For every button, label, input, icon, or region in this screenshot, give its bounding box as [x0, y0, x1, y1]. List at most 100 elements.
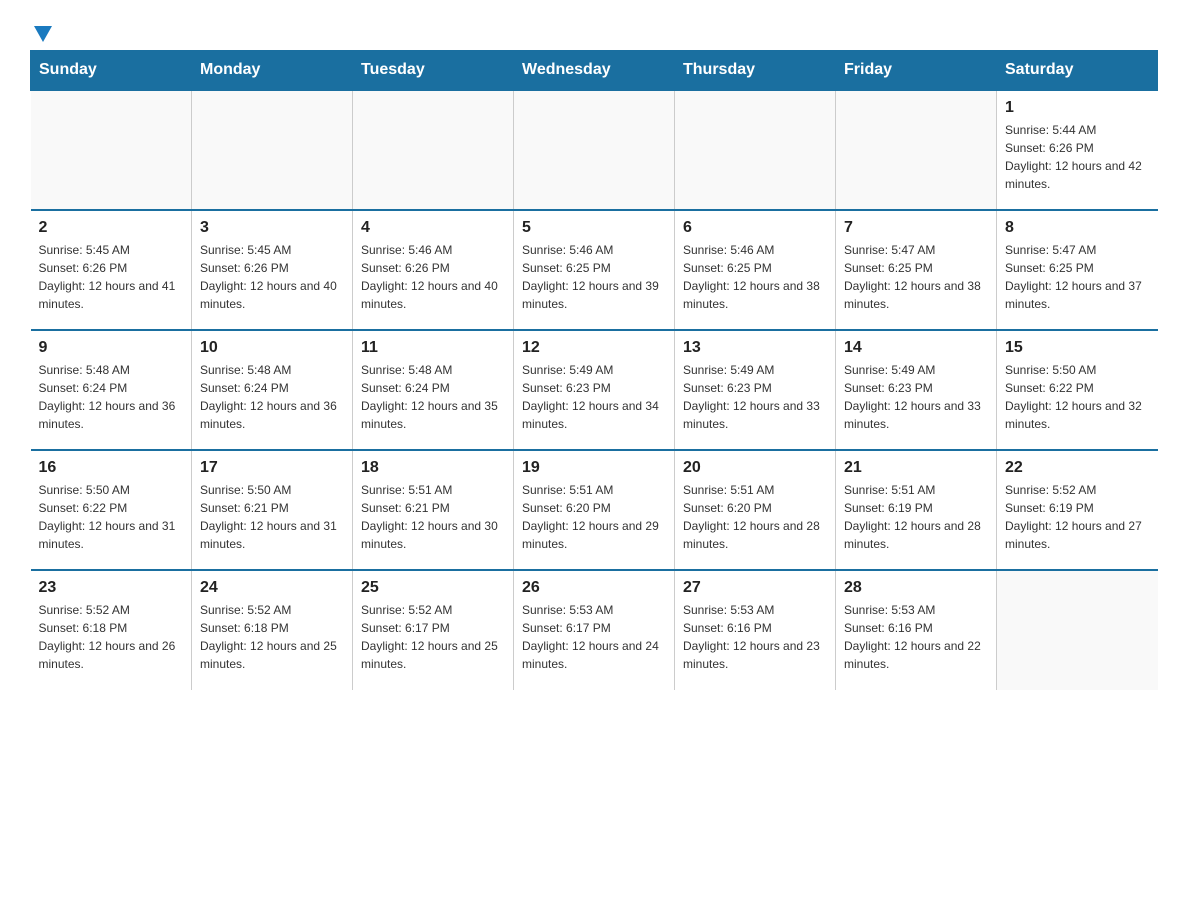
calendar-week-row: 16 Sunrise: 5:50 AM Sunset: 6:22 PM Dayli…: [31, 450, 1158, 570]
day-info: Sunrise: 5:47 AM Sunset: 6:25 PM Dayligh…: [1005, 241, 1150, 313]
day-info: Sunrise: 5:49 AM Sunset: 6:23 PM Dayligh…: [844, 361, 988, 433]
day-info: Sunrise: 5:48 AM Sunset: 6:24 PM Dayligh…: [361, 361, 505, 433]
day-number: 2: [39, 219, 184, 237]
calendar-week-row: 9 Sunrise: 5:48 AM Sunset: 6:24 PM Daylig…: [31, 330, 1158, 450]
day-info: Sunrise: 5:44 AM Sunset: 6:26 PM Dayligh…: [1005, 121, 1150, 193]
calendar-cell: 9 Sunrise: 5:48 AM Sunset: 6:24 PM Daylig…: [31, 330, 192, 450]
day-info: Sunrise: 5:45 AM Sunset: 6:26 PM Dayligh…: [200, 241, 344, 313]
day-info: Sunrise: 5:49 AM Sunset: 6:23 PM Dayligh…: [683, 361, 827, 433]
day-info: Sunrise: 5:51 AM Sunset: 6:20 PM Dayligh…: [683, 481, 827, 553]
day-number: 12: [522, 339, 666, 357]
calendar-cell: 18 Sunrise: 5:51 AM Sunset: 6:21 PM Dayli…: [353, 450, 514, 570]
day-number: 18: [361, 459, 505, 477]
weekday-header-saturday: Saturday: [997, 51, 1158, 91]
day-number: 26: [522, 579, 666, 597]
day-number: 21: [844, 459, 988, 477]
day-number: 27: [683, 579, 827, 597]
weekday-header-friday: Friday: [836, 51, 997, 91]
calendar-cell: [353, 90, 514, 210]
calendar-cell: 16 Sunrise: 5:50 AM Sunset: 6:22 PM Dayli…: [31, 450, 192, 570]
calendar-cell: 26 Sunrise: 5:53 AM Sunset: 6:17 PM Dayli…: [514, 570, 675, 690]
calendar-cell: 13 Sunrise: 5:49 AM Sunset: 6:23 PM Dayli…: [675, 330, 836, 450]
calendar-cell: 7 Sunrise: 5:47 AM Sunset: 6:25 PM Daylig…: [836, 210, 997, 330]
day-number: 15: [1005, 339, 1150, 357]
weekday-header-row: SundayMondayTuesdayWednesdayThursdayFrid…: [31, 51, 1158, 91]
day-number: 28: [844, 579, 988, 597]
logo: [30, 20, 54, 40]
day-info: Sunrise: 5:46 AM Sunset: 6:26 PM Dayligh…: [361, 241, 505, 313]
day-number: 6: [683, 219, 827, 237]
day-info: Sunrise: 5:50 AM Sunset: 6:22 PM Dayligh…: [39, 481, 184, 553]
day-number: 25: [361, 579, 505, 597]
calendar-week-row: 1 Sunrise: 5:44 AM Sunset: 6:26 PM Daylig…: [31, 90, 1158, 210]
calendar-cell: 21Sunrise: 5:51 AM Sunset: 6:19 PM Dayli…: [836, 450, 997, 570]
weekday-header-tuesday: Tuesday: [353, 51, 514, 91]
day-number: 11: [361, 339, 505, 357]
day-info: Sunrise: 5:51 AM Sunset: 6:20 PM Dayligh…: [522, 481, 666, 553]
day-number: 16: [39, 459, 184, 477]
calendar-cell: 17Sunrise: 5:50 AM Sunset: 6:21 PM Dayli…: [192, 450, 353, 570]
day-number: 8: [1005, 219, 1150, 237]
day-number: 4: [361, 219, 505, 237]
calendar-cell: [192, 90, 353, 210]
calendar-table: SundayMondayTuesdayWednesdayThursdayFrid…: [30, 50, 1158, 690]
day-number: 9: [39, 339, 184, 357]
calendar-cell: 24 Sunrise: 5:52 AM Sunset: 6:18 PM Dayli…: [192, 570, 353, 690]
calendar-cell: 2 Sunrise: 5:45 AM Sunset: 6:26 PM Daylig…: [31, 210, 192, 330]
day-number: 10: [200, 339, 344, 357]
calendar-cell: 28 Sunrise: 5:53 AM Sunset: 6:16 PM Dayli…: [836, 570, 997, 690]
calendar-cell: [997, 570, 1158, 690]
calendar-cell: 3 Sunrise: 5:45 AM Sunset: 6:26 PM Daylig…: [192, 210, 353, 330]
calendar-cell: 22 Sunrise: 5:52 AM Sunset: 6:19 PM Dayli…: [997, 450, 1158, 570]
calendar-cell: 23Sunrise: 5:52 AM Sunset: 6:18 PM Dayli…: [31, 570, 192, 690]
day-info: Sunrise: 5:47 AM Sunset: 6:25 PM Dayligh…: [844, 241, 988, 313]
day-number: 5: [522, 219, 666, 237]
day-number: 22: [1005, 459, 1150, 477]
day-number: 14: [844, 339, 988, 357]
logo-triangle-icon: [32, 22, 54, 44]
day-info: Sunrise: 5:45 AM Sunset: 6:26 PM Dayligh…: [39, 241, 184, 313]
calendar-cell: [675, 90, 836, 210]
calendar-cell: 6 Sunrise: 5:46 AM Sunset: 6:25 PM Daylig…: [675, 210, 836, 330]
day-info: Sunrise: 5:53 AM Sunset: 6:16 PM Dayligh…: [844, 601, 988, 673]
day-info: Sunrise: 5:52 AM Sunset: 6:19 PM Dayligh…: [1005, 481, 1150, 553]
page-header: [30, 20, 1158, 40]
day-number: 13: [683, 339, 827, 357]
day-info: Sunrise: 5:48 AM Sunset: 6:24 PM Dayligh…: [200, 361, 344, 433]
calendar-cell: [514, 90, 675, 210]
calendar-cell: 1 Sunrise: 5:44 AM Sunset: 6:26 PM Daylig…: [997, 90, 1158, 210]
day-info: Sunrise: 5:53 AM Sunset: 6:16 PM Dayligh…: [683, 601, 827, 673]
day-info: Sunrise: 5:50 AM Sunset: 6:22 PM Dayligh…: [1005, 361, 1150, 433]
calendar-cell: 12 Sunrise: 5:49 AM Sunset: 6:23 PM Dayli…: [514, 330, 675, 450]
day-number: 20: [683, 459, 827, 477]
calendar-cell: 27 Sunrise: 5:53 AM Sunset: 6:16 PM Dayli…: [675, 570, 836, 690]
calendar-cell: 20 Sunrise: 5:51 AM Sunset: 6:20 PM Dayli…: [675, 450, 836, 570]
calendar-cell: [836, 90, 997, 210]
calendar-cell: [31, 90, 192, 210]
calendar-cell: 5Sunrise: 5:46 AM Sunset: 6:25 PM Daylig…: [514, 210, 675, 330]
day-info: Sunrise: 5:46 AM Sunset: 6:25 PM Dayligh…: [683, 241, 827, 313]
weekday-header-sunday: Sunday: [31, 51, 192, 91]
day-number: 17: [200, 459, 344, 477]
calendar-cell: 14 Sunrise: 5:49 AM Sunset: 6:23 PM Dayli…: [836, 330, 997, 450]
day-info: Sunrise: 5:53 AM Sunset: 6:17 PM Dayligh…: [522, 601, 666, 673]
day-info: Sunrise: 5:51 AM Sunset: 6:21 PM Dayligh…: [361, 481, 505, 553]
day-number: 24: [200, 579, 344, 597]
day-info: Sunrise: 5:52 AM Sunset: 6:18 PM Dayligh…: [200, 601, 344, 673]
calendar-week-row: 2 Sunrise: 5:45 AM Sunset: 6:26 PM Daylig…: [31, 210, 1158, 330]
weekday-header-thursday: Thursday: [675, 51, 836, 91]
day-number: 23: [39, 579, 184, 597]
weekday-header-wednesday: Wednesday: [514, 51, 675, 91]
calendar-cell: 15 Sunrise: 5:50 AM Sunset: 6:22 PM Dayli…: [997, 330, 1158, 450]
day-info: Sunrise: 5:48 AM Sunset: 6:24 PM Dayligh…: [39, 361, 184, 433]
calendar-cell: 11 Sunrise: 5:48 AM Sunset: 6:24 PM Dayli…: [353, 330, 514, 450]
day-number: 7: [844, 219, 988, 237]
calendar-cell: 10 Sunrise: 5:48 AM Sunset: 6:24 PM Dayli…: [192, 330, 353, 450]
day-info: Sunrise: 5:49 AM Sunset: 6:23 PM Dayligh…: [522, 361, 666, 433]
day-number: 1: [1005, 99, 1150, 117]
day-number: 3: [200, 219, 344, 237]
calendar-week-row: 23 Sunrise: 5:52 AM Sunset: 6:18 PM Dayli…: [31, 570, 1158, 690]
calendar-cell: 25 Sunrise: 5:52 AM Sunset: 6:17 PM Dayli…: [353, 570, 514, 690]
day-info: Sunrise: 5:52 AM Sunset: 6:17 PM Dayligh…: [361, 601, 505, 673]
day-number: 19: [522, 459, 666, 477]
